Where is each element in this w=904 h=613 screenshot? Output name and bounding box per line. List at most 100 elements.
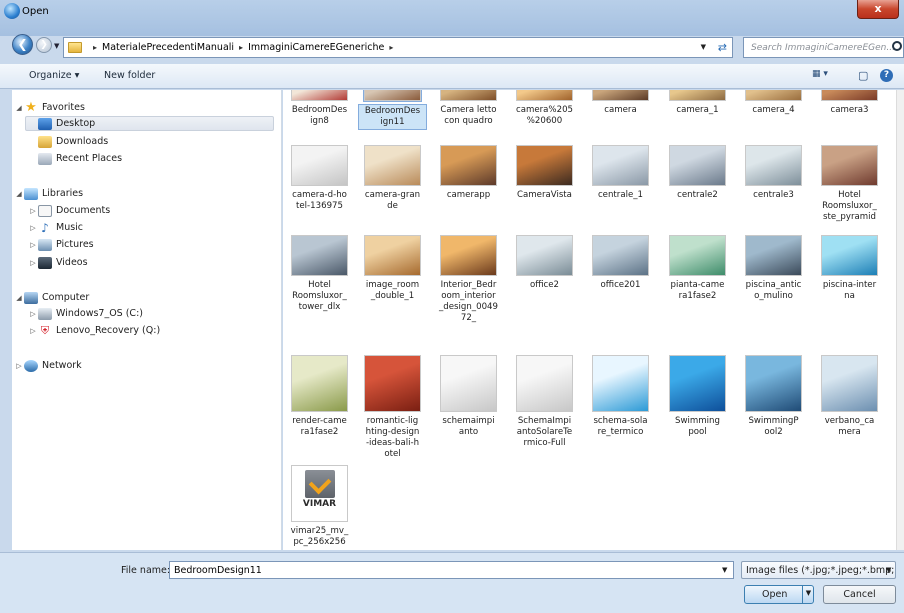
collapsed-triangle-icon[interactable]: ▷ (28, 259, 38, 267)
image-thumbnail (364, 235, 421, 276)
sidebar-item-music[interactable]: ▷ ♪ Music (28, 220, 83, 235)
crumb-separator[interactable]: ▸ (93, 43, 97, 52)
file-name-label: pianta-came ra1fase2 (670, 280, 725, 301)
close-button[interactable]: x (857, 0, 899, 19)
command-bar: Organize ▾ New folder ▦ ▾ ▢ ? (0, 64, 904, 89)
filename-dropdown-icon[interactable]: ▼ (722, 566, 727, 574)
address-dropdown-icon[interactable]: ▼ (701, 43, 706, 51)
sidebar-item-downloads[interactable]: Downloads (38, 134, 108, 149)
breadcrumb-materiale[interactable]: MaterialePrecedentiManuali (102, 42, 234, 53)
sidebar-item-documents[interactable]: ▷ Documents (28, 203, 110, 218)
sidebar-item-videos[interactable]: ▷ Videos (28, 255, 88, 270)
sidebar-item-computer[interactable]: ◢ Computer (14, 290, 89, 305)
sidebar-item-pictures[interactable]: ▷ Pictures (28, 237, 94, 252)
image-thumbnail (821, 355, 878, 412)
image-thumbnail (592, 145, 649, 186)
file-name-label: Swimming pool (675, 416, 720, 437)
collapsed-triangle-icon[interactable]: ▷ (14, 362, 24, 370)
file-name-label: centrale_1 (597, 190, 644, 200)
desktop-icon (38, 117, 52, 130)
image-thumbnail (592, 355, 649, 412)
image-thumbnail (669, 235, 726, 276)
image-thumbnail (516, 145, 573, 186)
computer-icon (24, 291, 38, 304)
sidebar-item-recent-places[interactable]: Recent Places (38, 151, 122, 166)
app-icon (4, 3, 20, 19)
help-icon[interactable]: ? (880, 69, 893, 82)
image-thumbnail (440, 90, 497, 101)
collapsed-triangle-icon[interactable]: ▷ (28, 207, 38, 215)
navigation-pane: ◢ ★ Favorites Desktop Downloads Recent Pla… (12, 90, 282, 550)
search-input[interactable]: Search ImmaginiCamereEGen... (751, 43, 895, 53)
image-thumbnail (592, 235, 649, 276)
expanded-triangle-icon[interactable]: ◢ (14, 104, 24, 112)
libraries-icon (24, 187, 38, 200)
breadcrumb-immagini[interactable]: ImmaginiCamereEGeneriche (248, 42, 384, 53)
preview-pane-icon[interactable]: ▢ (858, 69, 868, 82)
cancel-button[interactable]: Cancel (823, 585, 896, 604)
expanded-triangle-icon[interactable]: ◢ (14, 190, 24, 198)
folder-icon (68, 42, 82, 53)
collapsed-triangle-icon[interactable]: ▷ (28, 224, 38, 232)
file-name-label: BedroomDes ign11 (358, 104, 427, 130)
file-name-label: Interior_Bedr oom_interior _design_0049 … (439, 280, 498, 323)
forward-button[interactable]: ❯ (36, 37, 52, 53)
image-thumbnail (516, 355, 573, 412)
file-name-label: image_room _double_1 (365, 280, 420, 301)
file-name-label: schema-sola re_termico (593, 416, 648, 437)
image-thumbnail (291, 355, 348, 412)
file-name-label: romantic-lig hting-design -ideas-bali-h … (365, 416, 420, 459)
drive-icon (38, 307, 52, 320)
collapsed-triangle-icon[interactable]: ▷ (28, 310, 38, 318)
organize-button[interactable]: Organize ▾ (29, 70, 79, 81)
file-name-label: camera (604, 105, 637, 115)
star-icon: ★ (25, 99, 37, 115)
expanded-triangle-icon[interactable]: ◢ (14, 294, 24, 302)
image-thumbnail (440, 355, 497, 412)
documents-icon (38, 204, 52, 217)
file-name-label: camera%205 %20600 (515, 105, 574, 126)
vimar-logo-text: VIMAR (302, 499, 337, 509)
image-thumbnail (745, 235, 802, 276)
sidebar-item-libraries[interactable]: ◢ Libraries (14, 186, 83, 201)
recent-locations-dropdown[interactable]: ▼ (54, 42, 59, 50)
downloads-icon (38, 135, 52, 148)
collapsed-triangle-icon[interactable]: ▷ (28, 241, 38, 249)
file-name-label: piscina-inter na (822, 280, 877, 301)
image-thumbnail (745, 90, 802, 101)
sidebar-item-windows7-os[interactable]: ▷ Windows7_OS (C:) (28, 306, 143, 321)
search-icon[interactable] (892, 41, 902, 51)
collapsed-triangle-icon[interactable]: ▷ (28, 327, 38, 335)
search-box[interactable]: Search ImmaginiCamereEGen... (743, 37, 904, 58)
network-icon (24, 359, 38, 372)
image-thumbnail (821, 235, 878, 276)
image-thumbnail (516, 235, 573, 276)
file-type-filter[interactable]: Image files (*.jpg;*.jpeg;*.bmp; (741, 561, 896, 579)
crumb-separator[interactable]: ▸ (389, 43, 393, 52)
filter-dropdown-icon[interactable]: ▼ (886, 566, 891, 574)
open-options-dropdown-icon[interactable]: ▼ (802, 585, 814, 604)
file-name-label: Hotel Roomsluxor_ ste_pyramid (822, 190, 877, 222)
back-button[interactable]: ❮ (12, 34, 33, 55)
sidebar-item-favorites[interactable]: ◢ ★ Favorites (14, 100, 85, 115)
vertical-scrollbar[interactable] (896, 90, 904, 550)
file-name-label: render-came ra1fase2 (292, 416, 347, 437)
address-bar[interactable]: ▸ MaterialePrecedentiManuali ▸ ImmaginiC… (63, 37, 733, 58)
image-thumbnail (745, 145, 802, 186)
file-name-label: SchemaImpi antoSolareTe rmico-Full (516, 416, 573, 448)
recent-places-icon (38, 152, 52, 165)
file-name-label: camerapp (446, 190, 491, 200)
crumb-separator[interactable]: ▸ (239, 43, 243, 52)
filename-input[interactable]: BedroomDesign11 (169, 561, 734, 579)
change-view-icon[interactable]: ▦ ▾ (812, 69, 828, 79)
new-folder-button[interactable]: New folder (104, 70, 155, 81)
refresh-icon[interactable]: ⇄ (718, 41, 727, 54)
sidebar-item-lenovo-recovery[interactable]: ▷ ⛨ Lenovo_Recovery (Q:) (28, 323, 160, 338)
recovery-drive-icon: ⛨ (40, 323, 50, 337)
image-thumbnail (821, 145, 878, 186)
sidebar-item-network[interactable]: ▷ Network (14, 358, 82, 373)
image-thumbnail (291, 145, 348, 186)
file-name-label: piscina_antic o_mulino (745, 280, 802, 301)
file-name-label: vimar25_mv_ pc_256x256 (290, 526, 349, 547)
sidebar-item-desktop[interactable]: Desktop (25, 116, 274, 131)
